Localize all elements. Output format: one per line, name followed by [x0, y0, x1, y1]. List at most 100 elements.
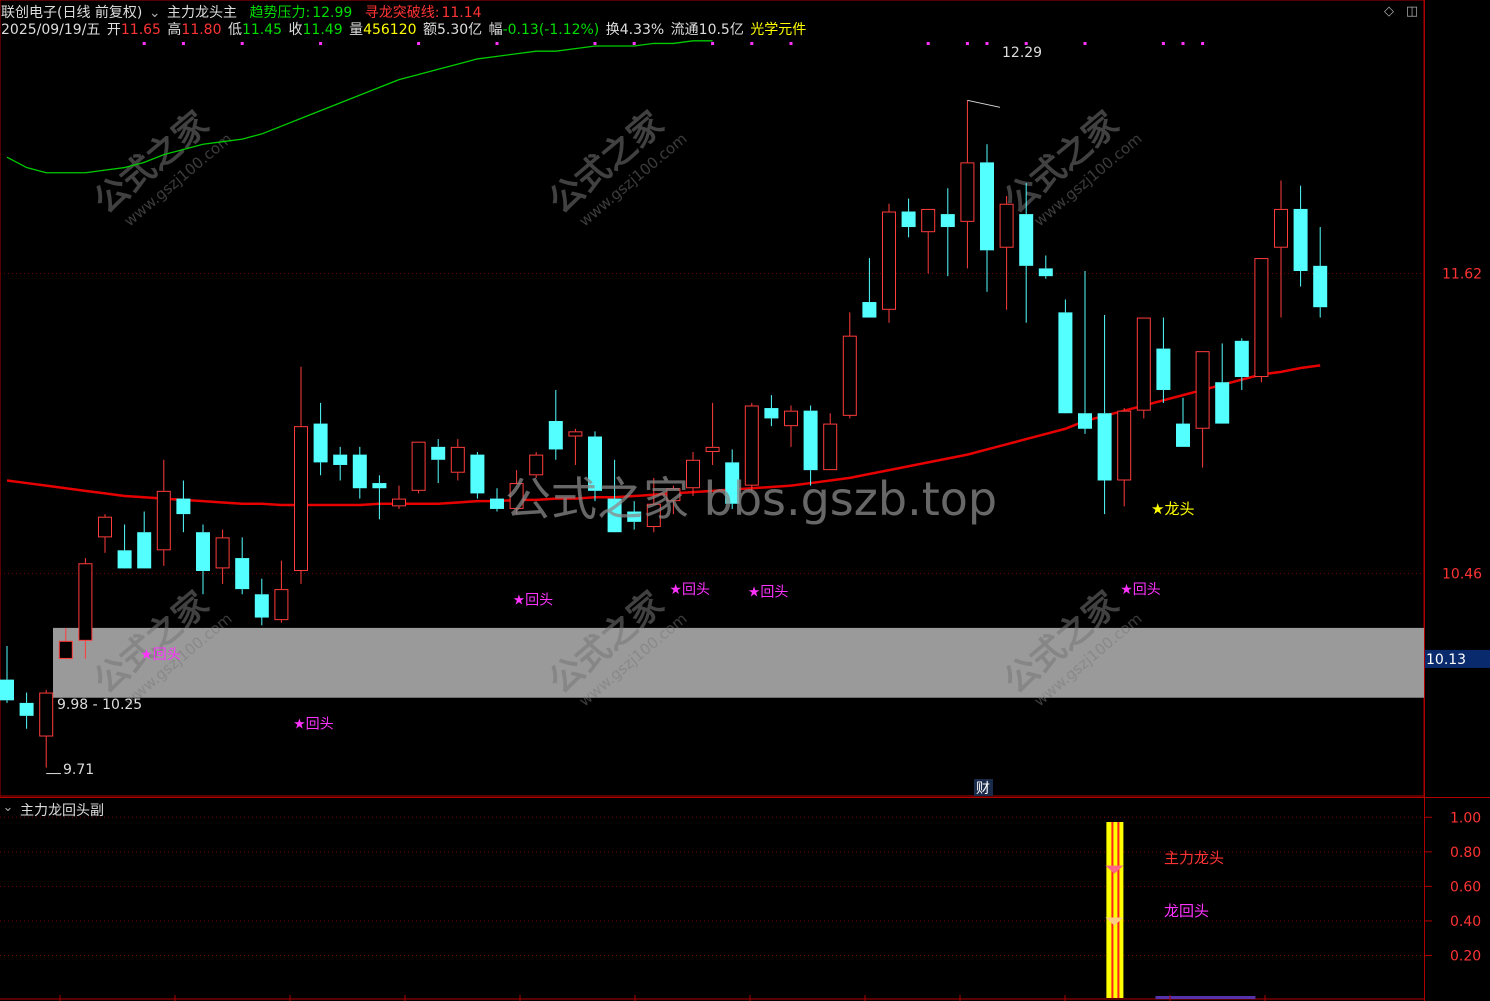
return-marker-label: ★回头: [293, 717, 334, 733]
finance-badge[interactable]: 财: [976, 781, 990, 797]
top-signal-dot: [1083, 42, 1087, 45]
candle-body: [568, 431, 583, 437]
candle-body: [1156, 348, 1171, 390]
breakout-value: 11.14: [441, 5, 482, 21]
candle-down: [1234, 338, 1249, 390]
candle-up: [98, 514, 112, 553]
close-label: 收: [288, 22, 303, 38]
candle-body: [980, 162, 994, 251]
diamond-icon[interactable]: ◇: [1382, 5, 1396, 19]
top-signal-dot: [632, 42, 636, 45]
candle-up: [705, 402, 720, 465]
candle-down: [1058, 299, 1073, 414]
candle-down: [372, 475, 387, 520]
turnover-value: 4.33%: [619, 22, 665, 38]
candle-body: [215, 537, 230, 569]
sub-axis-tick: 0.40: [1450, 914, 1481, 930]
indicator-name[interactable]: 主力龙头主: [167, 5, 237, 21]
candle-down: [1176, 397, 1190, 447]
indicator-toggle-icon[interactable]: ⌄: [149, 5, 161, 21]
sub-panel: 1.00 0.80 0.60 0.40 0.20: [0, 810, 1481, 1001]
top-signal-dot: [319, 42, 323, 45]
candle-up: [568, 428, 583, 465]
top-signal-dot: [789, 42, 793, 45]
candle-body: [1274, 208, 1288, 248]
bar-date: 2025/09/19/五: [1, 22, 101, 38]
top-signal-dot: [142, 42, 146, 45]
candle-body: [0, 679, 14, 701]
top-signal-dot: [1181, 42, 1185, 45]
candle-body: [764, 408, 779, 419]
candle-down: [352, 446, 367, 499]
high-value: 11.80: [181, 22, 222, 38]
candle-body: [313, 423, 328, 463]
candle-down: [470, 452, 485, 499]
candle-down: [1313, 227, 1328, 318]
sector-name[interactable]: 光学元件: [750, 22, 806, 38]
candle-body: [803, 410, 818, 471]
return-marker-label: ★回头: [748, 585, 789, 601]
candle-body: [58, 640, 73, 659]
price-axis-tick: 10.46: [1442, 567, 1482, 583]
sub-signal-line: [1117, 822, 1120, 998]
trend-pressure-label: 趋势压力:: [249, 5, 311, 21]
candle-body: [294, 426, 308, 572]
sub-axis-tick: 1.00: [1450, 810, 1481, 826]
candle-up: [1195, 351, 1210, 468]
small-watermark: 公式之家www.gszj100.com: [541, 104, 690, 230]
candle-body: [1215, 382, 1230, 424]
candle-body: [470, 454, 485, 494]
candle-body: [1254, 258, 1269, 378]
candle-down: [333, 446, 348, 481]
candle-body: [882, 211, 896, 310]
high-marker-label: 12.29: [1002, 45, 1042, 61]
candle-down: [0, 646, 14, 703]
open-label: 开: [106, 22, 121, 38]
candle-up: [450, 439, 465, 481]
candle-up: [823, 413, 838, 471]
low-value: 11.45: [241, 22, 283, 38]
candle-body: [999, 203, 1014, 248]
candle-down: [1293, 185, 1308, 287]
top-signal-dot: [181, 42, 185, 45]
candle-up: [999, 196, 1014, 310]
float-label: 流通: [670, 22, 699, 38]
sub-panel-toggle-icon[interactable]: ⌄: [1, 801, 15, 815]
candle-down: [431, 439, 446, 484]
close-value: 11.49: [302, 22, 343, 38]
candle-down: [313, 402, 328, 476]
stock-name[interactable]: 联创电子(日线 前复权): [1, 5, 142, 21]
candle-body: [235, 558, 250, 590]
candle-body: [901, 211, 916, 228]
candle-body: [1038, 268, 1053, 277]
candle-body: [960, 162, 975, 222]
candle-down: [254, 578, 269, 626]
candle-body: [254, 594, 269, 618]
volume-value: 456120: [363, 22, 417, 38]
return-marker-label: ★回头: [1120, 582, 1161, 598]
candle-up: [215, 529, 230, 584]
breakout-label: 寻龙突破线:: [364, 5, 440, 21]
candle-up: [960, 100, 975, 269]
return-marker-label: ★回头: [669, 582, 710, 598]
candle-down: [1215, 343, 1230, 424]
top-signal-dot: [240, 42, 244, 45]
top-signal-dot: [985, 42, 989, 45]
amount-label: 额: [422, 22, 437, 38]
candle-body: [1117, 410, 1132, 481]
candle-body: [411, 441, 426, 491]
turnover-label: 换: [605, 22, 620, 38]
candle-body: [1078, 413, 1092, 429]
candle-body: [19, 702, 34, 716]
candle-body: [1136, 317, 1151, 411]
candle-body: [156, 490, 171, 551]
low-marker-label: 9.71: [63, 762, 94, 778]
change-value: -0.13(-1.12%): [502, 22, 600, 38]
candle-down: [137, 511, 152, 569]
candle-down: [196, 524, 210, 595]
candle-body: [862, 302, 877, 318]
candle-down: [1156, 317, 1171, 403]
sub-signal-line: [1111, 822, 1114, 998]
window-toggle-icon[interactable]: ◫: [1405, 5, 1419, 19]
candle-body: [784, 410, 798, 427]
